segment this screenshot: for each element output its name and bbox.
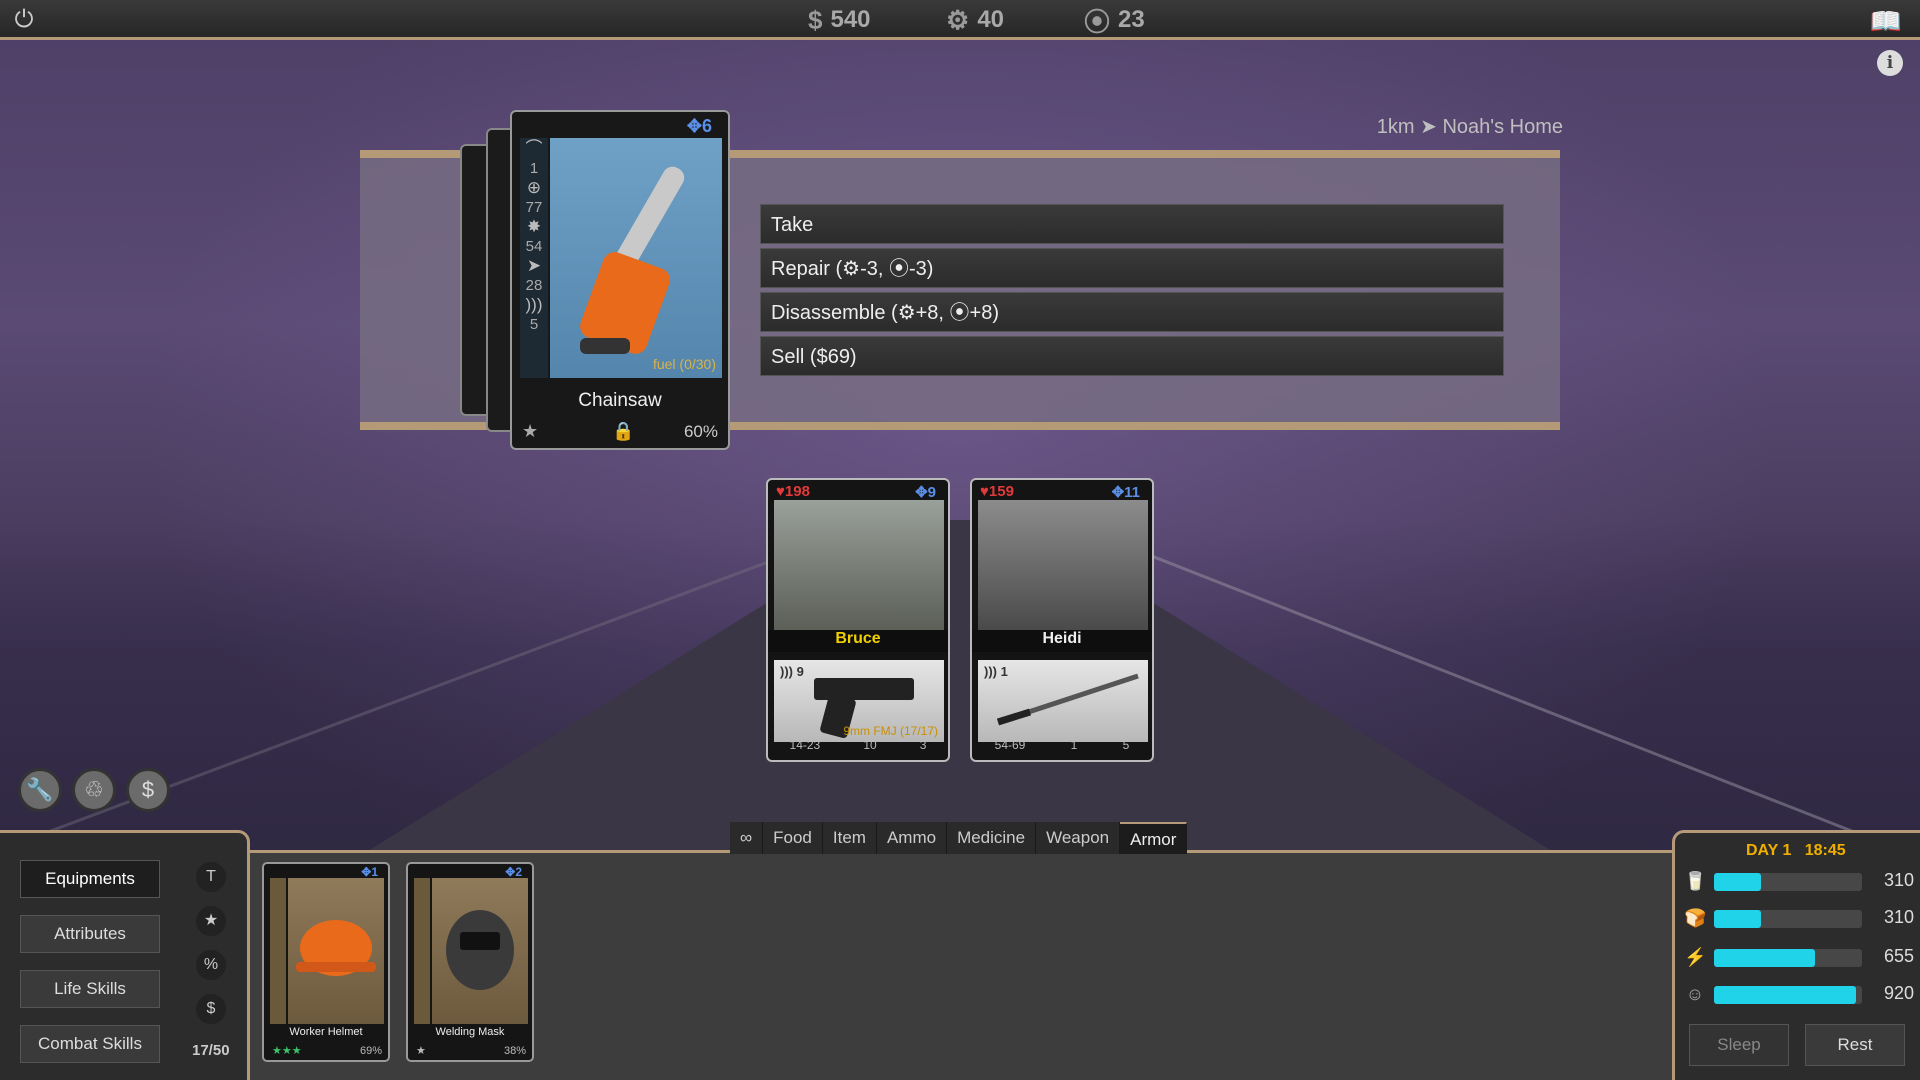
armor-stats	[414, 878, 430, 1024]
armor-cost: ✥1	[361, 865, 378, 879]
worker-helmet-card[interactable]: ✥1 Worker Helmet ★★★ 69%	[262, 862, 390, 1062]
speed-icon: ➤	[526, 256, 542, 275]
mask-image	[432, 878, 528, 1024]
food-icon: 🍞	[1684, 908, 1707, 928]
tab-ammo[interactable]: Ammo	[877, 822, 948, 854]
mood-icon: ☺	[1685, 984, 1705, 1004]
money-counter: $ 540	[808, 5, 871, 35]
wrench-icon[interactable]: 🔧	[18, 768, 62, 812]
helmet-image	[288, 878, 384, 1024]
hunger-bar: 🍞 310	[1684, 907, 1914, 928]
tab-armor[interactable]: Armor	[1120, 822, 1188, 854]
ammo-label: 9mm FMJ (17/17)	[843, 724, 938, 738]
chainsaw-card[interactable]: ✥6 ⌒ 1 ⊕ 77 ✸ 54 ➤ 28 ))) 5 fuel (0/30) Chain…	[510, 110, 730, 450]
item-name: Chainsaw	[578, 390, 662, 411]
sleep-button[interactable]: Sleep	[1689, 1024, 1789, 1066]
bar-fill	[1714, 949, 1815, 967]
recycle-icon[interactable]: ♲	[72, 768, 116, 812]
katana-slot[interactable]: ))) 1	[978, 660, 1148, 742]
attributes-button[interactable]: Attributes	[20, 915, 160, 953]
money-value: 540	[830, 6, 871, 33]
day-time: DAY 1 18:45	[1746, 842, 1846, 859]
mood-bar: ☺ 920	[1685, 983, 1914, 1004]
power-icon[interactable]: ⏻	[10, 6, 38, 34]
gears-counter: ⦿ 23	[1084, 5, 1145, 37]
bruce-portrait	[774, 500, 944, 630]
sort-price-icon[interactable]: $	[196, 994, 226, 1024]
item-cost: ✥6	[686, 116, 712, 136]
tab-all[interactable]: ∞	[730, 822, 764, 854]
weapon-stats: 54-69 1 5	[994, 738, 1130, 752]
armor-cost: ✥2	[505, 865, 522, 879]
take-button[interactable]: Take	[760, 204, 1504, 244]
lock-icon: 🔒	[612, 421, 635, 441]
location-label: 1km ➤ Noah's Home	[1376, 116, 1563, 138]
action-points: ✥9	[915, 484, 936, 501]
survivor-card-heidi[interactable]: ♥159 ✥11 Heidi ))) 1 54-69 1 5	[970, 478, 1154, 762]
sell-button[interactable]: Sell ($69)	[760, 336, 1504, 376]
thirst-bar: 🥛 310	[1684, 870, 1914, 891]
damage-icon: ✸	[526, 217, 542, 236]
sell-icon[interactable]: $	[126, 768, 170, 812]
noise-stat: ))) 9	[780, 664, 804, 679]
combat-skills-button[interactable]: Combat Skills	[20, 1025, 160, 1063]
tab-item[interactable]: Item	[823, 822, 877, 854]
bar-fill	[1714, 873, 1762, 891]
survivor-card-bruce[interactable]: ♥198 ✥9 Bruce ))) 9 9mm FMJ (17/17) 14-2…	[766, 478, 950, 762]
parts-value: 40	[977, 6, 1005, 33]
fuel-label: fuel (0/30)	[652, 356, 716, 372]
armor-stars: ★	[416, 1045, 426, 1057]
life-skills-button[interactable]: Life Skills	[20, 970, 160, 1008]
health-stat: ♥159	[980, 483, 1014, 500]
welding-mask-card[interactable]: ✥2 Welding Mask ★ 38%	[406, 862, 534, 1062]
tab-medicine[interactable]: Medicine	[947, 822, 1037, 854]
bar-fill	[1714, 910, 1762, 928]
sort-star-icon[interactable]: ★	[196, 906, 226, 936]
survivor-name: Heidi	[972, 630, 1152, 652]
armor-name: Welding Mask	[435, 1026, 505, 1038]
energy-icon: ⚡	[1684, 947, 1707, 967]
parts-counter: ⚙ 40	[946, 5, 1004, 35]
book-icon[interactable]: 📖	[1866, 6, 1906, 36]
noise-stat: ))) 1	[984, 664, 1008, 679]
rest-button[interactable]: Rest	[1805, 1024, 1905, 1066]
energy-bar: ⚡ 655	[1684, 946, 1914, 967]
heidi-portrait	[978, 500, 1148, 630]
tab-weapon[interactable]: Weapon	[1036, 822, 1121, 854]
top-bar: ⏻ $ 540 ⚙ 40 ⦿ 23 📖	[0, 0, 1920, 40]
category-tabs: ∞ Food Item Ammo Medicine Weapon Armor	[730, 822, 1188, 854]
action-points: ✥11	[1111, 484, 1140, 501]
chainsaw-image	[550, 138, 722, 378]
item-condition: 60%	[683, 422, 718, 441]
survivor-name: Bruce	[768, 630, 948, 652]
health-stat: ♥198	[776, 483, 810, 500]
armor-name: Worker Helmet	[289, 1026, 363, 1038]
gears-value: 23	[1118, 6, 1145, 33]
disassemble-button[interactable]: Disassemble (⚙+8, ⦿+8)	[760, 292, 1504, 332]
item-stats: ⌒ 1 ⊕ 77 ✸ 54 ➤ 28 ))) 5	[520, 138, 548, 378]
weapon-stats: 14-23 10 3	[789, 738, 927, 752]
inventory-count: 17/50	[192, 1042, 230, 1059]
equipments-button[interactable]: Equipments	[20, 860, 160, 898]
repair-button[interactable]: Repair (⚙-3, ⦿-3)	[760, 248, 1504, 288]
parts-icon: ⚙	[946, 4, 970, 35]
noise-icon: )))	[525, 295, 543, 314]
bar-fill	[1714, 986, 1857, 1004]
pistol-slot[interactable]: ))) 9 9mm FMJ (17/17)	[774, 660, 944, 742]
armor-condition: 38%	[503, 1045, 526, 1057]
gear-icon: ⦿	[1084, 6, 1111, 37]
info-icon[interactable]: i	[1877, 50, 1903, 76]
armor-condition: 69%	[359, 1045, 382, 1057]
sort-name-icon[interactable]: T	[196, 862, 226, 892]
accuracy-icon: ⊕	[526, 178, 542, 197]
water-icon: 🥛	[1684, 871, 1707, 891]
durability-icon: ⌒	[525, 139, 543, 158]
tab-food[interactable]: Food	[763, 822, 823, 854]
armor-stats	[270, 878, 286, 1024]
sort-condition-icon[interactable]: %	[196, 950, 226, 980]
armor-stars: ★★★	[272, 1045, 302, 1057]
dollar-icon: $	[808, 4, 823, 35]
favorite-icon[interactable]: ★	[522, 421, 538, 442]
